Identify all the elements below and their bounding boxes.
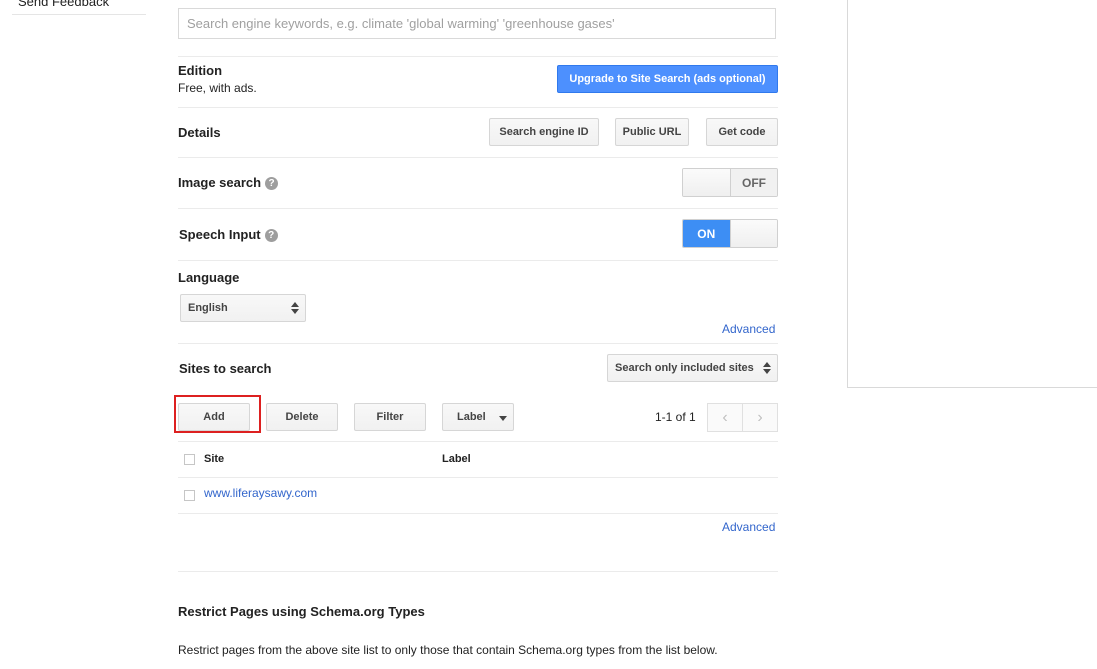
help-icon[interactable]: ?: [265, 177, 279, 190]
divider: [178, 260, 778, 261]
language-select[interactable]: English: [180, 294, 306, 322]
divider: [178, 208, 778, 209]
filter-sites-button[interactable]: Filter: [354, 403, 426, 431]
get-code-button[interactable]: Get code: [706, 118, 778, 146]
public-url-button[interactable]: Public URL: [615, 118, 689, 146]
pagination-text: 1-1 of 1: [655, 410, 696, 424]
left-nav-divider: [12, 14, 146, 15]
updown-arrows-icon: [763, 362, 771, 374]
divider: [178, 157, 778, 158]
highlight-box: [174, 395, 261, 433]
send-feedback-link[interactable]: Send Feedback: [18, 0, 109, 9]
edition-title: Edition: [178, 63, 223, 78]
image-search-toggle[interactable]: OFF: [682, 168, 778, 197]
upgrade-site-search-button[interactable]: Upgrade to Site Search (ads optional): [557, 65, 778, 93]
speech-input-toggle[interactable]: ON: [682, 219, 778, 248]
select-all-checkbox[interactable]: [184, 454, 195, 465]
chevron-down-icon: [499, 416, 507, 421]
sites-scope-selected-value: Search only included sites: [615, 362, 754, 374]
prev-page-button[interactable]: ‹: [707, 403, 743, 432]
divider: [178, 477, 778, 478]
schema-section-description: Restrict pages from the above site list …: [178, 643, 718, 657]
toggle-state-label: OFF: [730, 169, 777, 196]
toggle-knob: [683, 169, 730, 196]
search-engine-keywords-input[interactable]: [178, 8, 776, 39]
label-column-header[interactable]: Label: [442, 453, 471, 465]
speech-input-label: Speech Input?: [179, 227, 278, 242]
chevron-right-icon: ›: [757, 408, 763, 426]
speech-input-title: Speech Input: [179, 227, 261, 242]
details-title: Details: [178, 125, 221, 140]
language-advanced-link[interactable]: Advanced: [722, 322, 775, 336]
image-search-title: Image search: [178, 175, 262, 190]
row-checkbox[interactable]: [184, 490, 195, 501]
language-selected-value: English: [188, 302, 228, 314]
divider: [178, 571, 778, 572]
edition-value: Free, with ads.: [178, 81, 257, 95]
toggle-knob: [729, 220, 777, 247]
next-page-button[interactable]: ›: [742, 403, 778, 432]
divider: [178, 513, 778, 514]
delete-site-button[interactable]: Delete: [266, 403, 338, 431]
image-search-label: Image search?: [178, 175, 279, 190]
label-dropdown-button[interactable]: Label: [442, 403, 514, 431]
divider: [178, 107, 778, 108]
divider: [178, 441, 778, 442]
divider: [178, 343, 778, 344]
sites-scope-select[interactable]: Search only included sites: [607, 354, 778, 382]
chevron-left-icon: ‹: [722, 408, 728, 426]
search-engine-id-button[interactable]: Search engine ID: [489, 118, 599, 146]
toggle-state-label: ON: [683, 220, 730, 247]
site-link[interactable]: www.liferaysawy.com: [204, 486, 317, 500]
sites-advanced-link[interactable]: Advanced: [722, 520, 775, 534]
site-column-header[interactable]: Site: [204, 453, 224, 465]
label-dropdown-text: Label: [457, 411, 486, 423]
sites-to-search-title: Sites to search: [179, 361, 272, 376]
side-preview-panel: [847, 0, 1097, 388]
help-icon[interactable]: ?: [264, 229, 278, 242]
updown-arrows-icon: [291, 302, 299, 314]
language-title: Language: [178, 270, 240, 285]
divider: [178, 56, 778, 57]
schema-section-title: Restrict Pages using Schema.org Types: [178, 604, 425, 619]
